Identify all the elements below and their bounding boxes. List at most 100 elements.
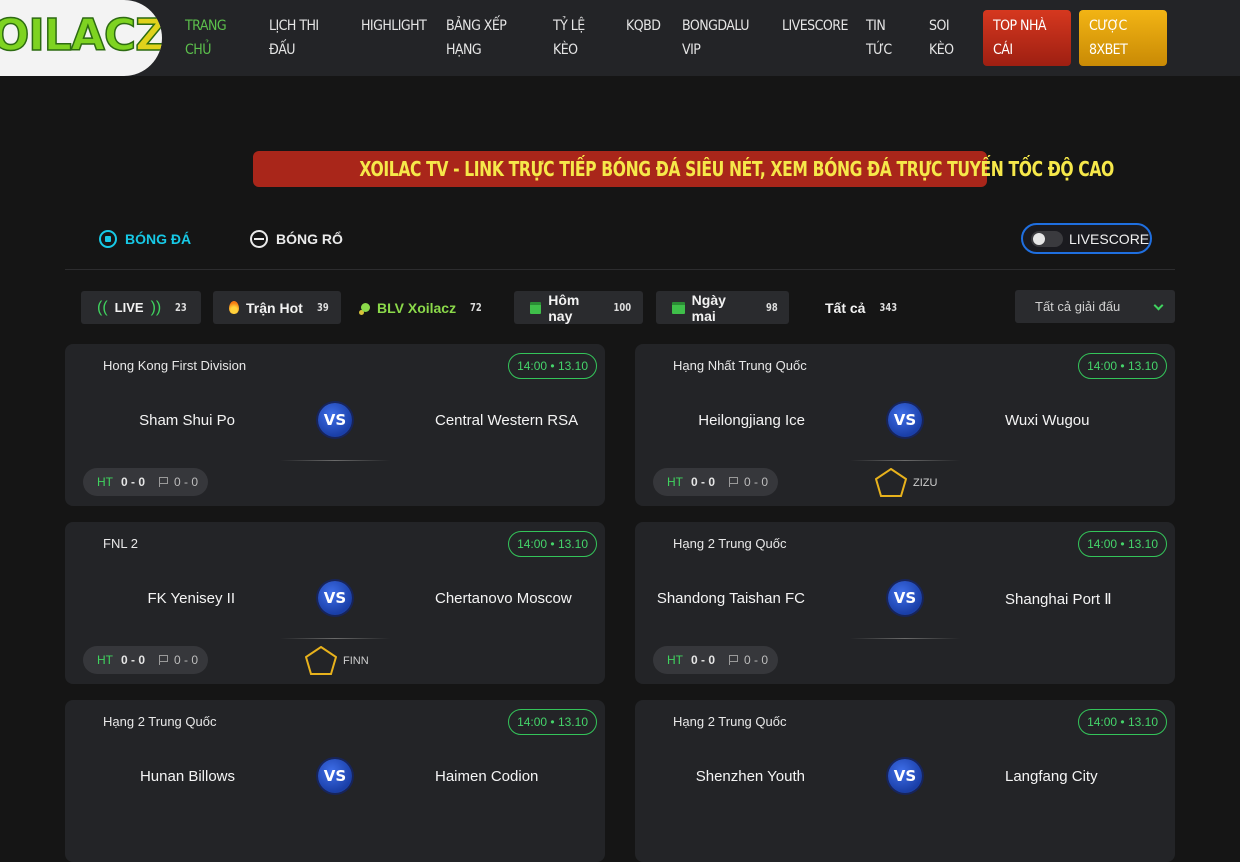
livescore-toggle[interactable]: LIVESCORE xyxy=(1021,223,1152,254)
match-card[interactable]: Hạng 2 Trung Quốc 14:00 • 13.10 Shenzhen… xyxy=(635,700,1175,862)
top-bookmaker-button[interactable]: TOP NHÀ CÁI xyxy=(983,10,1071,66)
halftime-stats: HT 0 - 0 0 - 0 xyxy=(83,646,208,674)
commentator-name: ZIZU xyxy=(913,477,938,489)
halftime-stats: HT 0 - 0 0 - 0 xyxy=(653,468,778,496)
logo-wordmark: OILACZ xyxy=(0,9,162,62)
nav-schedule[interactable]: LỊCH THI ĐẤU xyxy=(269,14,319,62)
vs-badge: VS xyxy=(888,581,922,615)
calendar-icon xyxy=(672,301,685,314)
away-team[interactable]: Shanghai Port Ⅱ xyxy=(1005,590,1112,608)
vs-badge: VS xyxy=(318,581,352,615)
site-logo[interactable]: OILACZ xyxy=(0,0,162,76)
corner-flag-icon xyxy=(729,655,739,665)
kickoff-time: 14:00 • 13.10 xyxy=(1078,353,1167,379)
divider xyxy=(280,460,390,461)
halftime-stats: HT 0 - 0 0 - 0 xyxy=(83,468,208,496)
match-card[interactable]: Hạng 2 Trung Quốc 14:00 • 13.10 Shandong… xyxy=(635,522,1175,684)
filter-all[interactable]: Tất cả 343 xyxy=(815,291,915,324)
filter-live[interactable]: (( LIVE )) 23 xyxy=(81,291,201,324)
filter-tomorrow[interactable]: Ngày mai 98 xyxy=(656,291,789,324)
filter-commentator[interactable]: BLV Xoilacz 72 xyxy=(353,291,502,324)
league-name: Hạng 2 Trung Quốc xyxy=(673,714,787,729)
filter-count: 23 xyxy=(175,301,187,314)
live-signal-icon: )) xyxy=(150,298,162,316)
nav-news[interactable]: TIN TỨC xyxy=(866,14,892,62)
kickoff-time: 14:00 • 13.10 xyxy=(508,353,597,379)
league-name: FNL 2 xyxy=(103,536,138,551)
away-team[interactable]: Langfang City xyxy=(1005,768,1098,785)
halftime-score: 0 - 0 xyxy=(691,653,716,667)
vs-badge: VS xyxy=(888,759,922,793)
calendar-icon xyxy=(530,301,542,314)
match-card[interactable]: FNL 2 14:00 • 13.10 FK Yenisey II VS Che… xyxy=(65,522,605,684)
nav-standings[interactable]: BẢNG XẾP HẠNG xyxy=(446,14,507,62)
divider xyxy=(850,460,960,461)
microphone-icon xyxy=(361,303,370,312)
nav-predictions[interactable]: SOI KÈO xyxy=(929,14,954,62)
match-card[interactable]: Hạng 2 Trung Quốc 14:00 • 13.10 Hunan Bi… xyxy=(65,700,605,862)
halftime-score: 0 - 0 xyxy=(121,475,146,489)
home-team[interactable]: Sham Shui Po xyxy=(139,412,235,429)
filter-today[interactable]: Hôm nay 100 xyxy=(514,291,643,324)
chevron-down-icon xyxy=(1153,300,1164,311)
nav-odds[interactable]: TỶ LỆ KÈO xyxy=(553,14,585,62)
tab-basketball[interactable]: BÓNG RỔ xyxy=(250,228,343,250)
home-team[interactable]: Shandong Taishan FC xyxy=(657,590,805,607)
filter-count: 343 xyxy=(880,301,898,314)
home-team[interactable]: Shenzhen Youth xyxy=(696,768,805,785)
halftime-score: 0 - 0 xyxy=(691,475,716,489)
nav-results[interactable]: KQBD xyxy=(626,14,661,38)
filter-hot-matches[interactable]: Trận Hot 39 xyxy=(213,291,341,324)
league-select[interactable]: Tất cả giải đấu xyxy=(1015,290,1175,323)
home-team[interactable]: Heilongjiang Ice xyxy=(698,412,805,429)
filter-count: 39 xyxy=(316,301,329,314)
filter-count: 98 xyxy=(766,301,778,314)
commentator-name: FINN xyxy=(343,655,369,667)
nav-home[interactable]: TRANG CHỦ xyxy=(185,14,227,62)
league-name: Hạng Nhất Trung Quốc xyxy=(673,358,807,373)
home-team[interactable]: Hunan Billows xyxy=(140,768,235,785)
halftime-score: 0 - 0 xyxy=(121,653,146,667)
bet-8xbet-button[interactable]: CƯỢC 8XBET xyxy=(1079,10,1167,66)
toggle-switch[interactable] xyxy=(1031,230,1063,247)
filter-count: 100 xyxy=(613,301,632,314)
kickoff-time: 14:00 • 13.10 xyxy=(508,709,597,735)
corner-score: 0 - 0 xyxy=(174,653,199,667)
league-name: Hạng 2 Trung Quốc xyxy=(673,536,787,551)
corner-flag-icon xyxy=(159,477,169,487)
kickoff-time: 14:00 • 13.10 xyxy=(508,531,597,557)
commentator-avatar-icon xyxy=(305,646,337,675)
top-navigation-bar: OILACZ TRANG CHỦ LỊCH THI ĐẤU HIGHLIGHT … xyxy=(0,0,1240,76)
soccer-ball-icon xyxy=(99,230,117,248)
tab-football[interactable]: BÓNG ĐÁ xyxy=(99,228,191,250)
nav-bongdalu-vip[interactable]: BONGDALU VIP xyxy=(682,14,749,62)
home-team[interactable]: FK Yenisey II xyxy=(147,590,235,607)
corner-flag-icon xyxy=(159,655,169,665)
vs-badge: VS xyxy=(318,403,352,437)
match-card[interactable]: Hong Kong First Division 14:00 • 13.10 S… xyxy=(65,344,605,506)
away-team[interactable]: Haimen Codion xyxy=(435,768,538,785)
corner-flag-icon xyxy=(729,477,739,487)
away-team[interactable]: Central Western RSA xyxy=(435,412,578,429)
live-signal-icon: (( xyxy=(97,298,108,316)
flame-icon xyxy=(229,301,239,314)
away-team[interactable]: Chertanovo Moscow xyxy=(435,590,572,607)
corner-score: 0 - 0 xyxy=(174,475,199,489)
kickoff-time: 14:00 • 13.10 xyxy=(1078,531,1167,557)
commentator[interactable]: FINN xyxy=(305,646,369,676)
page-title: XOILAC TV - LINK TRỰC TIẾP BÓNG ĐÁ SIÊU … xyxy=(359,157,1114,181)
match-card[interactable]: Hạng Nhất Trung Quốc 14:00 • 13.10 Heilo… xyxy=(635,344,1175,506)
halftime-stats: HT 0 - 0 0 - 0 xyxy=(653,646,778,674)
divider xyxy=(65,269,1175,270)
commentator[interactable]: ZIZU xyxy=(875,468,937,498)
nav-livescore[interactable]: LIVESCORE xyxy=(782,14,848,38)
basketball-icon xyxy=(250,230,268,248)
page-title-banner: XOILAC TV - LINK TRỰC TIẾP BÓNG ĐÁ SIÊU … xyxy=(253,151,1114,187)
away-team[interactable]: Wuxi Wugou xyxy=(1005,412,1090,429)
nav-highlight[interactable]: HIGHLIGHT xyxy=(361,14,427,38)
filter-count: 72 xyxy=(470,301,482,314)
vs-badge: VS xyxy=(318,759,352,793)
kickoff-time: 14:00 • 13.10 xyxy=(1078,709,1167,735)
corner-score: 0 - 0 xyxy=(744,653,769,667)
commentator-avatar-icon xyxy=(875,468,907,497)
